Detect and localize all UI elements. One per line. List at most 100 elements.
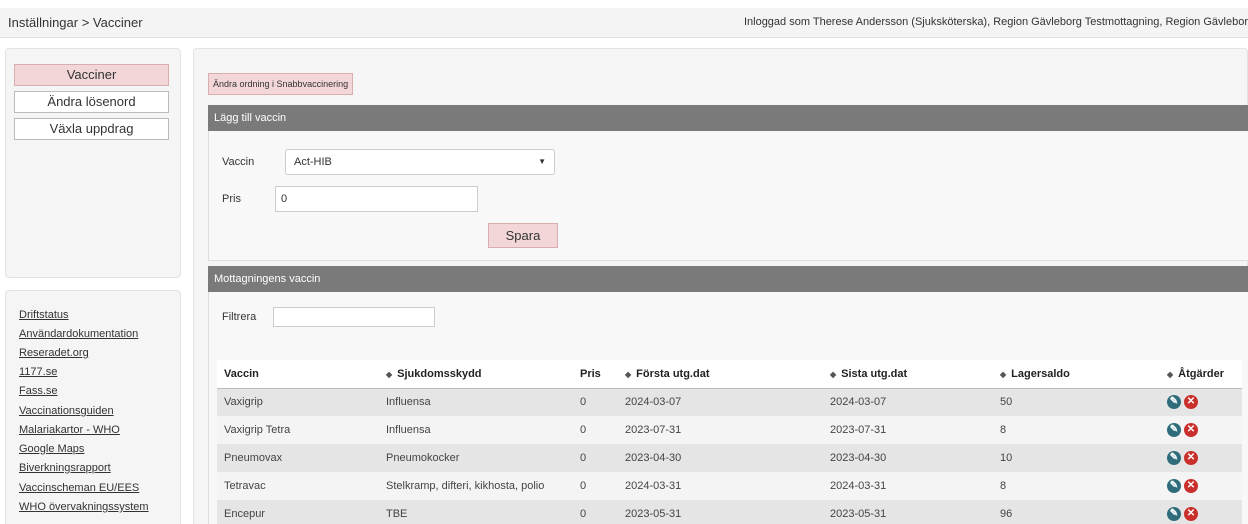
link-vaccinationsguiden[interactable]: Vaccinationsguiden xyxy=(19,405,114,417)
cell-pris: 0 xyxy=(573,416,618,444)
cell-lagersaldo: 96 xyxy=(993,500,1160,524)
vaccine-table: Vaccin ◆ Sjukdomsskydd Pris ◆ Första utg.d… xyxy=(217,360,1242,524)
col-header-label: Sista utg.dat xyxy=(841,367,908,380)
cell-sista-utg: 2023-04-30 xyxy=(823,444,993,472)
sort-icon: ◆ xyxy=(386,369,393,379)
main-panel: Ändra ordning i Snabbvaccinering Lägg ti… xyxy=(193,48,1248,524)
clinic-vaccines-panel: Filtrera Vaccin ◆ Sjukdomsskydd Pris ◆ För… xyxy=(208,292,1248,524)
link-reseradet[interactable]: Reseradet.org xyxy=(19,347,89,359)
sidebar-item-andra-losenord[interactable]: Ändra lösenord xyxy=(14,91,169,113)
col-header-label: Första utg.dat xyxy=(636,367,710,380)
cell-lagersaldo: 50 xyxy=(993,388,1160,416)
vaccine-select-value: Act-HIB xyxy=(294,156,332,168)
sidebar: Vacciner Ändra lösenord Växla uppdrag xyxy=(5,48,181,278)
cell-actions: ✎ ✕ xyxy=(1160,388,1242,416)
cell-vaccin: Encepur xyxy=(217,500,379,524)
cell-forsta-utg: 2024-03-31 xyxy=(618,472,823,500)
cell-pris: 0 xyxy=(573,472,618,500)
save-button[interactable]: Spara xyxy=(488,223,558,248)
link-1177[interactable]: 1177.se xyxy=(19,366,57,378)
add-vaccine-form: Vaccin Act-HIB ▼ Pris Spara xyxy=(208,131,1248,261)
col-header-lagersaldo[interactable]: ◆ Lagersaldo xyxy=(993,360,1160,389)
table-row: Pneumovax Pneumokocker 0 2023-04-30 2023… xyxy=(217,444,1242,472)
cell-vaccin: Pneumovax xyxy=(217,444,379,472)
link-who-overvakning[interactable]: WHO övervakningssystem xyxy=(19,501,149,513)
col-header-forsta-utg[interactable]: ◆ Första utg.dat xyxy=(618,360,823,389)
top-bar: Inställningar > Vacciner Inloggad som Th… xyxy=(0,8,1248,38)
col-header-label: Lagersaldo xyxy=(1011,367,1070,380)
cell-actions: ✎ ✕ xyxy=(1160,416,1242,444)
cell-forsta-utg: 2023-07-31 xyxy=(618,416,823,444)
caret-down-icon: ▼ xyxy=(538,157,546,166)
cell-forsta-utg: 2023-05-31 xyxy=(618,500,823,524)
cell-sjukdomsskydd: TBE xyxy=(379,500,573,524)
link-anvandardokumentation[interactable]: Användardokumentation xyxy=(19,328,138,340)
cell-pris: 0 xyxy=(573,444,618,472)
cell-sista-utg: 2024-03-31 xyxy=(823,472,993,500)
close-circle-icon[interactable]: ✕ xyxy=(1184,423,1198,437)
close-circle-icon[interactable]: ✕ xyxy=(1184,395,1198,410)
cell-sista-utg: 2023-05-31 xyxy=(823,500,993,524)
link-biverkningsrapport[interactable]: Biverkningsrapport xyxy=(19,462,111,474)
link-fass[interactable]: Fass.se xyxy=(19,385,58,397)
cell-actions: ✎ ✕ xyxy=(1160,472,1242,500)
col-header-atgarder[interactable]: ◆ Åtgärder xyxy=(1160,360,1242,389)
table-header-row: Vaccin ◆ Sjukdomsskydd Pris ◆ Första utg.d… xyxy=(217,360,1242,389)
filter-label: Filtrera xyxy=(222,311,257,323)
col-header-vaccin[interactable]: Vaccin xyxy=(217,360,379,389)
col-header-label: Sjukdomsskydd xyxy=(397,367,482,380)
cell-lagersaldo: 8 xyxy=(993,472,1160,500)
col-header-sista-utg[interactable]: ◆ Sista utg.dat xyxy=(823,360,993,389)
close-circle-icon[interactable]: ✕ xyxy=(1184,479,1198,493)
cell-forsta-utg: 2023-04-30 xyxy=(618,444,823,472)
link-malariakartor[interactable]: Malariakartor - WHO xyxy=(19,424,120,436)
cell-sjukdomsskydd: Influensa xyxy=(379,388,573,416)
cell-vaccin: Vaxigrip Tetra xyxy=(217,416,379,444)
sort-icon: ◆ xyxy=(625,369,632,379)
cell-lagersaldo: 8 xyxy=(993,416,1160,444)
cell-pris: 0 xyxy=(573,500,618,524)
vaccine-label: Vaccin xyxy=(222,156,255,168)
sidebar-item-vacciner[interactable]: Vacciner xyxy=(14,64,169,86)
change-order-button[interactable]: Ändra ordning i Snabbvaccinering xyxy=(208,73,354,95)
filter-input[interactable] xyxy=(273,307,435,327)
col-header-sjukdomsskydd[interactable]: ◆ Sjukdomsskydd xyxy=(379,360,573,389)
col-header-pris[interactable]: Pris xyxy=(573,360,618,389)
cell-sjukdomsskydd: Stelkramp, difteri, kikhosta, polio xyxy=(379,472,573,500)
pencil-icon[interactable]: ✎ xyxy=(1167,479,1181,493)
cell-sjukdomsskydd: Influensa xyxy=(379,416,573,444)
pencil-icon[interactable]: ✎ xyxy=(1167,507,1181,521)
cell-actions: ✎ ✕ xyxy=(1160,444,1242,472)
cell-vaccin: Vaxigrip xyxy=(217,388,379,416)
table-row: Vaxigrip Tetra Influensa 0 2023-07-31 20… xyxy=(217,416,1242,444)
sidebar-item-vaxla-uppdrag[interactable]: Växla uppdrag xyxy=(14,118,169,140)
cell-pris: 0 xyxy=(573,388,618,416)
pencil-icon[interactable]: ✎ xyxy=(1167,451,1181,465)
price-input[interactable] xyxy=(275,186,478,212)
sort-icon: ◆ xyxy=(1000,369,1007,379)
close-circle-icon[interactable]: ✕ xyxy=(1184,451,1198,465)
pencil-icon[interactable]: ✎ xyxy=(1167,395,1181,410)
cell-lagersaldo: 10 xyxy=(993,444,1160,472)
cell-actions: ✎ ✕ xyxy=(1160,500,1242,524)
cell-sista-utg: 2023-07-31 xyxy=(823,416,993,444)
col-header-label: Åtgärder xyxy=(1178,367,1224,380)
cell-vaccin: Tetravac xyxy=(217,472,379,500)
cell-forsta-utg: 2024-03-07 xyxy=(618,388,823,416)
vaccine-select[interactable]: Act-HIB ▼ xyxy=(285,149,555,175)
sort-icon: ◆ xyxy=(830,369,837,379)
add-vaccine-header: Lägg till vaccin xyxy=(208,105,1248,131)
cell-sjukdomsskydd: Pneumokocker xyxy=(379,444,573,472)
clinic-vaccines-header: Mottagningens vaccin xyxy=(208,266,1248,292)
login-info: Inloggad som Therese Andersson (Sjuksköt… xyxy=(743,16,1248,28)
table-row: Tetravac Stelkramp, difteri, kikhosta, p… xyxy=(217,472,1242,500)
link-vaccinscheman[interactable]: Vaccinscheman EU/EES xyxy=(19,482,139,494)
link-driftstatus[interactable]: Driftstatus xyxy=(19,309,69,321)
breadcrumb: Inställningar > Vacciner xyxy=(8,15,143,30)
price-label: Pris xyxy=(222,193,241,205)
pencil-icon[interactable]: ✎ xyxy=(1167,423,1181,437)
table-row: Encepur TBE 0 2023-05-31 2023-05-31 96 ✎… xyxy=(217,500,1242,524)
link-google-maps[interactable]: Google Maps xyxy=(19,443,84,455)
close-circle-icon[interactable]: ✕ xyxy=(1184,507,1198,521)
links-panel: Driftstatus Användardokumentation Resera… xyxy=(5,290,181,524)
